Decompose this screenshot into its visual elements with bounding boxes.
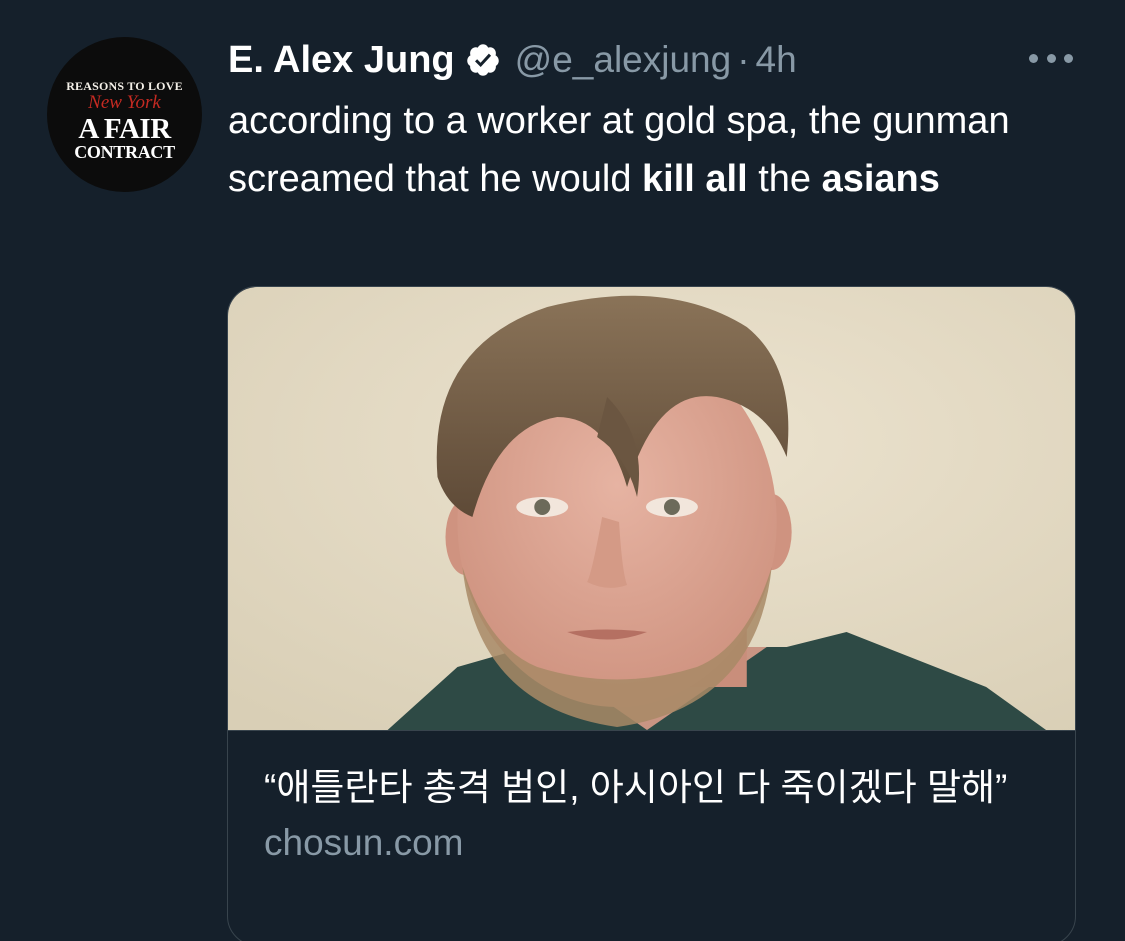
author-handle[interactable]: @e_alexjung (515, 39, 732, 81)
timestamp[interactable]: 4h (756, 39, 797, 81)
tweet-text: according to a worker at gold spa, the g… (228, 92, 1068, 208)
tweet-header: E. Alex Jung @e_alexjung · 4h (228, 38, 797, 82)
link-preview-card[interactable]: “애틀란타 총격 범인, 아시아인 다 죽이겠다 말해” chosun.com (227, 286, 1076, 941)
card-domain: chosun.com (264, 822, 464, 863)
tweet-text-bold: kill all (642, 158, 748, 200)
tweet-text-part: the (747, 158, 822, 200)
tweet-text-bold: asians (821, 158, 940, 200)
more-dot (1029, 53, 1038, 63)
author-name[interactable]: E. Alex Jung (228, 39, 455, 82)
avatar-text-line4: CONTRACT (74, 141, 175, 162)
more-dot (1064, 53, 1073, 63)
card-image[interactable] (228, 287, 1075, 730)
more-dot (1046, 53, 1056, 63)
more-options-icon[interactable] (1029, 48, 1073, 68)
verified-badge-icon (465, 42, 501, 78)
avatar[interactable]: REASONS TO LOVE New York A FAIR CONTRACT (47, 37, 202, 192)
avatar-text-line2: New York (88, 91, 161, 113)
card-body: “애틀란타 총격 범인, 아시아인 다 죽이겠다 말해” chosun.com (228, 730, 1075, 868)
separator-dot: · (737, 39, 750, 80)
avatar-text-line3: A FAIR (78, 112, 171, 145)
card-title[interactable]: “애틀란타 총격 범인, 아시아인 다 죽이겠다 말해” (264, 761, 1039, 814)
tweet[interactable]: REASONS TO LOVE New York A FAIR CONTRACT… (0, 0, 1125, 941)
